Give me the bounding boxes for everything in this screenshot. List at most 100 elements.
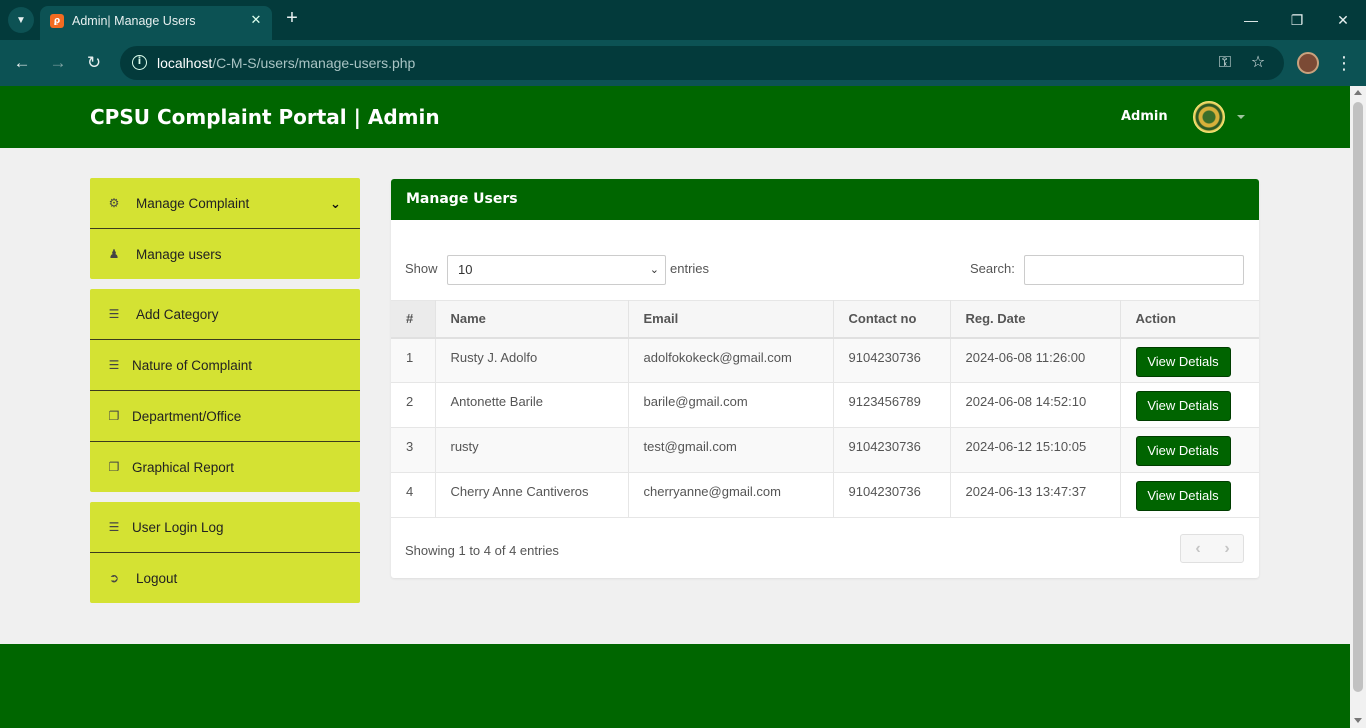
scroll-down-icon[interactable] [1354,718,1362,723]
column-header-name[interactable]: Name [434,300,629,339]
copy-icon: ❐ [108,409,120,423]
cell-reg-date: 2024-06-08 11:26:00 [949,337,1121,383]
entries-label: entries [670,261,710,276]
xampp-favicon-icon: ϼ [50,14,64,28]
url-path: /C-M-S/users/manage-users.php [212,55,416,71]
column-header-contact[interactable]: Contact no [832,300,951,339]
cell-name: rusty [434,427,629,473]
cell-name: Cherry Anne Cantiveros [434,472,629,518]
site-brand[interactable]: CPSU Complaint Portal | Admin [90,105,440,129]
cell-number: 2 [391,382,436,428]
view-details-button[interactable]: View Detials [1135,481,1231,511]
sidebar-item-nature-of-complaint[interactable]: ☰ Nature of Complaint [90,340,360,391]
site-footer [0,644,1350,728]
sidebar-item-manage-users[interactable]: ♟ Manage users [90,229,360,279]
view-details-button[interactable]: View Detials [1135,436,1231,466]
cell-email: adolfokokeck@gmail.com [627,337,834,383]
table-row: 4 Cherry Anne Cantiveros cherryanne@gmai… [391,472,1259,518]
panel-title: Manage Users [406,191,518,207]
list-icon: ☰ [108,520,120,534]
cell-email: test@gmail.com [627,427,834,473]
next-page-icon[interactable]: › [1217,540,1237,558]
search-input[interactable] [1024,255,1244,285]
cell-name: Antonette Barile [434,382,629,428]
users-icon: ♟ [108,247,120,261]
restore-icon[interactable]: ❐ [1287,10,1307,30]
sidebar-item-add-category[interactable]: ☰ Add Category [90,289,360,340]
cell-number: 1 [391,337,436,383]
table-row: 2 Antonette Barile barile@gmail.com 9123… [391,382,1259,428]
sidebar-item-label: Manage users [136,246,222,262]
gear-icon: ⚙ [108,196,120,210]
column-header-reg-date[interactable]: Reg. Date [949,300,1121,339]
site-info-icon[interactable]: i [132,55,147,70]
site-header: CPSU Complaint Portal | Admin Admin [0,86,1350,148]
cell-action: View Detials [1119,382,1259,428]
cell-number: 3 [391,427,436,473]
profile-avatar[interactable] [1297,52,1319,74]
address-bar[interactable]: i localhost/C-M-S/users/manage-users.php… [120,46,1284,80]
manage-users-panel: Manage Users Show 10 ⌄ entries Search: #… [391,179,1259,578]
tab-title: Admin| Manage Users [72,14,196,28]
admin-avatar-logo[interactable] [1193,101,1225,133]
column-header-number[interactable]: # [391,300,436,339]
browser-tab-strip: ▼ ϼ Admin| Manage Users ✕ + — ❐ ✕ [0,0,1366,40]
forward-icon[interactable]: → [47,52,69,74]
bookmark-star-icon[interactable]: ☆ [1248,53,1268,73]
minimize-icon[interactable]: — [1241,10,1261,30]
new-tab-icon[interactable]: + [282,8,302,28]
entries-length-select[interactable]: 10 ⌄ [447,255,666,285]
list-icon: ☰ [108,307,120,321]
cell-number: 4 [391,472,436,518]
page-scrollbar[interactable] [1350,86,1366,728]
password-key-icon[interactable]: ⚿ [1215,53,1235,73]
close-tab-icon[interactable]: ✕ [248,12,264,28]
show-label: Show [405,261,438,276]
cell-action: View Detials [1119,337,1259,383]
cell-contact: 9123456789 [832,382,951,428]
sidebar-item-user-login-log[interactable]: ☰ User Login Log [90,502,360,553]
users-table: # Name Email Contact no Reg. Date Action… [391,300,1259,518]
cell-email: barile@gmail.com [627,382,834,428]
sidebar-item-logout[interactable]: ➲ Logout [90,553,360,603]
sidebar-item-label: Department/Office [132,408,242,424]
cell-reg-date: 2024-06-12 15:10:05 [949,427,1121,473]
sidebar-item-graphical-report[interactable]: ❐ Graphical Report [90,442,360,492]
sidebar-group-complaints: ⚙ Manage Complaint ⌄ ♟ Manage users [90,178,360,279]
entries-length-value: 10 [458,262,473,277]
column-header-email[interactable]: Email [627,300,834,339]
cell-email: cherryanne@gmail.com [627,472,834,518]
sidebar-item-label: Manage Complaint [136,195,250,211]
search-label: Search: [970,261,1015,276]
page-viewport: CPSU Complaint Portal | Admin Admin ⚙ Ma… [0,86,1350,728]
sidebar-group-settings: ☰ Add Category ☰ Nature of Complaint ❐ D… [90,289,360,492]
sidebar-item-label: Graphical Report [132,459,235,475]
tab-search-button[interactable]: ▼ [8,7,34,33]
chevron-down-icon: ⌄ [649,264,659,276]
sign-out-icon: ➲ [108,571,120,585]
sidebar-group-account: ☰ User Login Log ➲ Logout [90,502,360,603]
browser-menu-icon[interactable]: ⋮ [1334,52,1354,74]
close-window-icon[interactable]: ✕ [1333,10,1353,30]
caret-down-icon[interactable] [1237,115,1245,119]
back-icon[interactable]: ← [11,52,33,74]
reload-icon[interactable]: ↻ [83,52,105,74]
scrollbar-thumb[interactable] [1353,102,1363,692]
cell-action: View Detials [1119,472,1259,518]
sidebar-item-manage-complaint[interactable]: ⚙ Manage Complaint ⌄ [90,178,360,229]
column-header-action[interactable]: Action [1119,300,1259,339]
table-row: 1 Rusty J. Adolfo adolfokokeck@gmail.com… [391,337,1259,383]
url-text[interactable]: localhost/C-M-S/users/manage-users.php [157,55,415,71]
table-header-row: # Name Email Contact no Reg. Date Action [391,300,1259,339]
copy-icon: ❐ [108,460,120,474]
scroll-up-icon[interactable] [1354,90,1362,95]
previous-page-icon[interactable]: ‹ [1188,540,1208,558]
view-details-button[interactable]: View Detials [1135,391,1231,421]
chevron-down-icon: ▼ [16,14,26,26]
browser-tab-active[interactable]: ϼ Admin| Manage Users ✕ [40,6,272,40]
admin-name[interactable]: Admin [1121,109,1168,124]
view-details-button[interactable]: View Detials [1135,346,1231,377]
cell-contact: 9104230736 [832,337,951,383]
sidebar-item-department-office[interactable]: ❐ Department/Office [90,391,360,442]
panel-header: Manage Users [391,179,1259,220]
